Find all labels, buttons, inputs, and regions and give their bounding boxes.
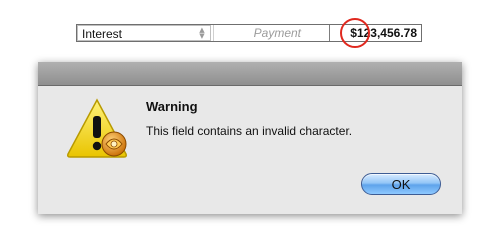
app-badge	[101, 131, 127, 157]
cell-divider	[329, 25, 330, 41]
payment-field[interactable]: Payment	[213, 25, 305, 41]
dialog-message: This field contains an invalid character…	[146, 124, 353, 138]
payment-placeholder: Payment	[253, 26, 301, 40]
ok-button[interactable]: OK	[361, 173, 441, 195]
invalid-character-highlight	[340, 18, 370, 48]
form-row: Interest ▲ ▼ Payment $123,456.78	[76, 24, 422, 42]
warning-dialog: Warning This field contains an invalid c…	[38, 62, 462, 214]
interest-select-value: Interest	[82, 27, 123, 41]
warning-triangle-icon	[67, 98, 127, 158]
dialog-title: Warning	[146, 99, 198, 114]
updown-arrows-icon: ▲ ▼	[199, 26, 205, 40]
interest-select[interactable]: Interest ▲ ▼	[77, 25, 211, 41]
dialog-titlebar[interactable]	[38, 62, 462, 86]
